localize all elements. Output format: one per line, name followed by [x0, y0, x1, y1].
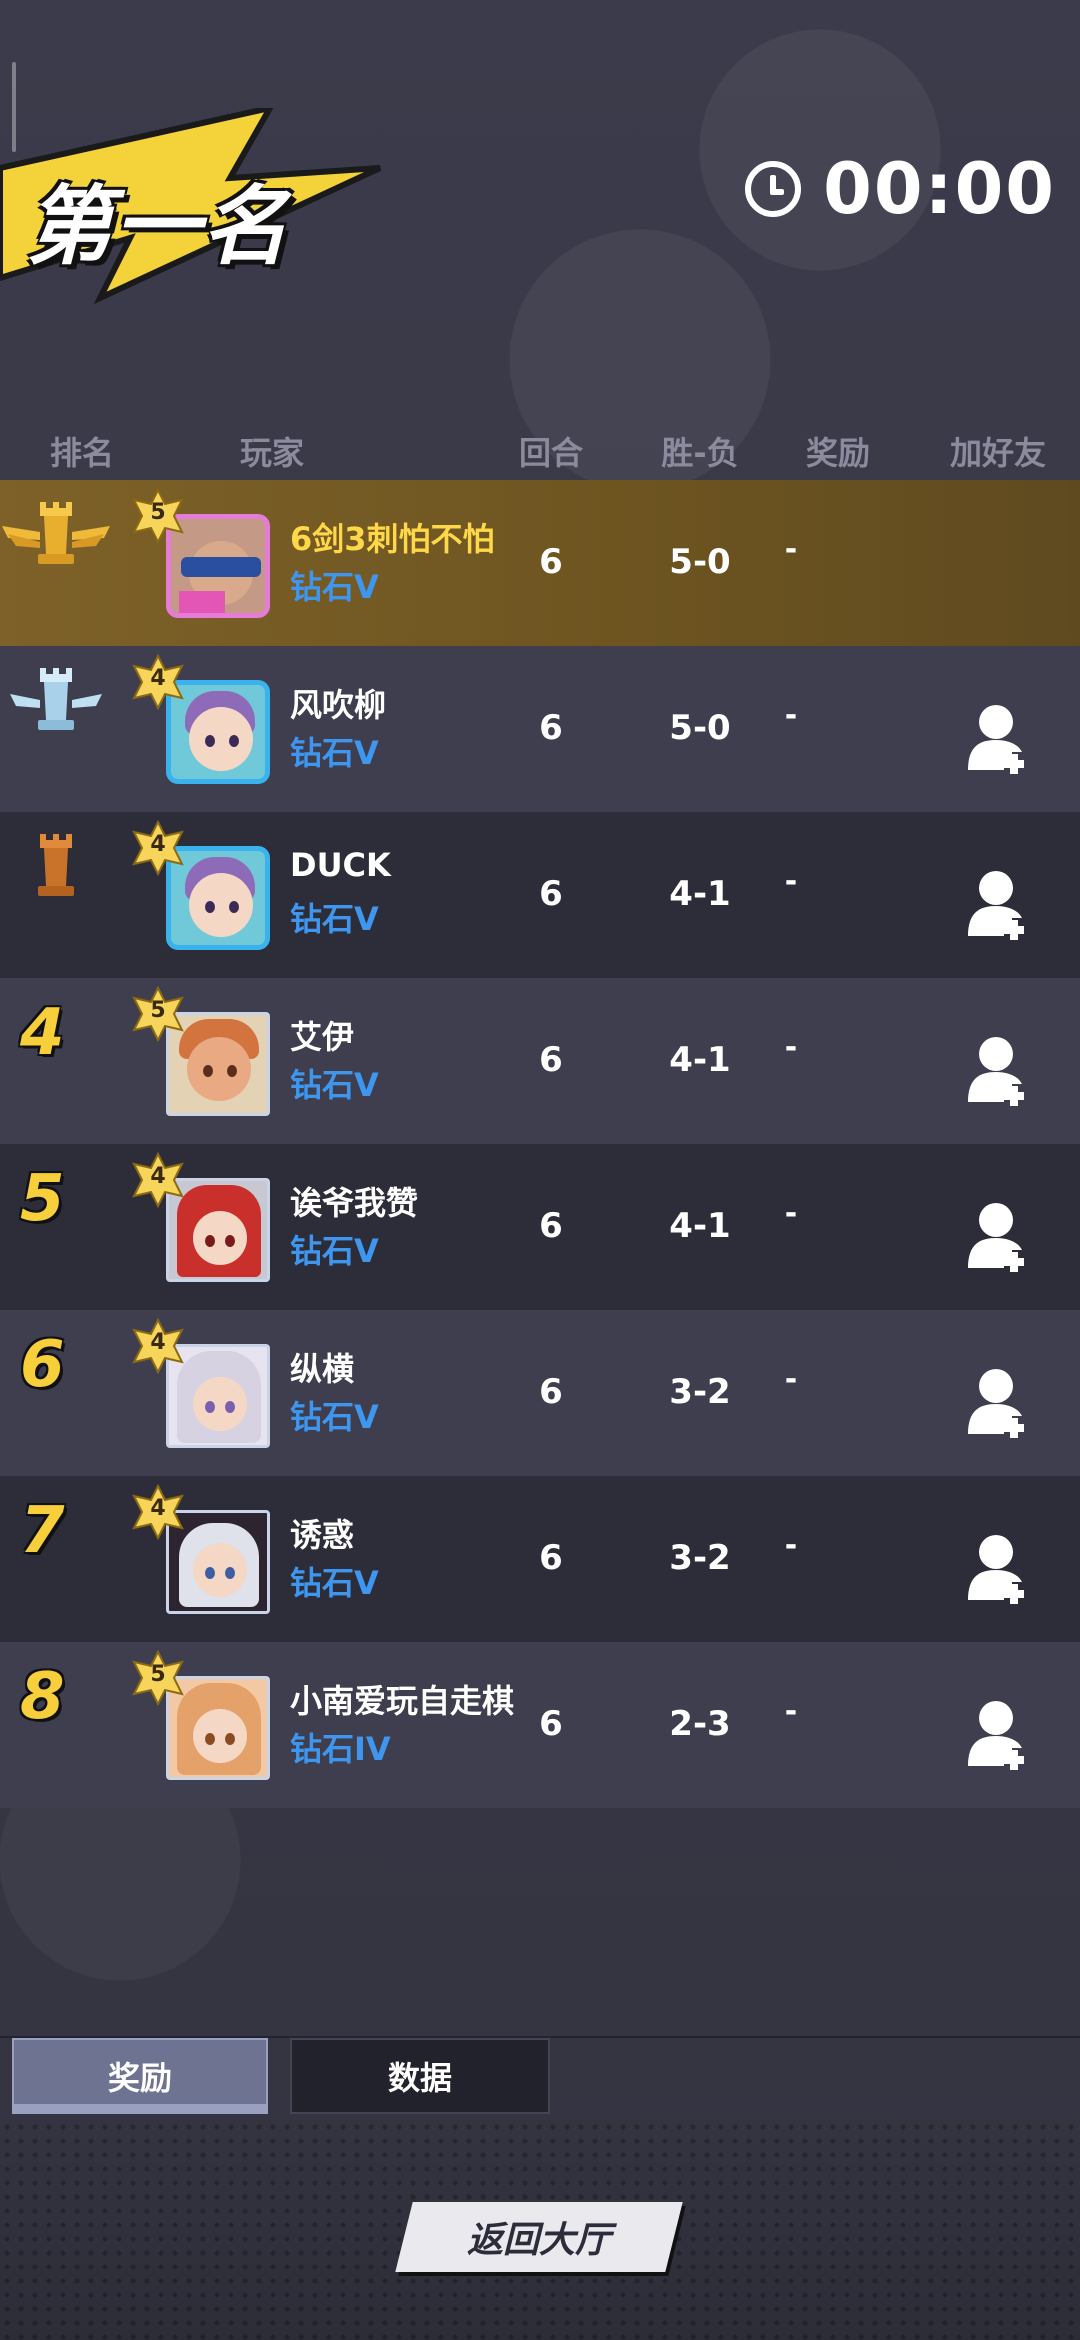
- player-name: 纵横: [290, 1350, 355, 1388]
- tab-rewards-label: 奖励: [107, 2059, 172, 2097]
- col-rounds: 回合: [518, 434, 584, 472]
- reward-value: -: [784, 1030, 798, 1065]
- bronze-rook-trophy-icon: [38, 834, 74, 896]
- col-reward: 奖励: [805, 434, 871, 472]
- match-timer: 00:00: [745, 148, 1056, 230]
- rank-number: 6: [20, 1328, 65, 1402]
- add-friend-icon[interactable]: [968, 1200, 1036, 1272]
- leaderboard: 5 6剑3刺怕不怕 钻石V 6 5-0 - 4 风吹柳 钻石V 6 5-0 - …: [0, 480, 1080, 1808]
- star-level-badge: 5: [130, 1650, 186, 1706]
- table-row[interactable]: 8 5 小南爱玩自走棋 钻石IV 6 2-3 -: [0, 1642, 1080, 1808]
- return-lobby-label: 返回大厅: [466, 2220, 611, 2261]
- clock-icon: [745, 161, 802, 217]
- page-title: 第一名: [26, 177, 290, 277]
- add-friend-icon[interactable]: [968, 1366, 1036, 1438]
- player-avatar[interactable]: 4: [132, 654, 276, 790]
- player-avatar[interactable]: 4: [132, 1152, 276, 1288]
- table-row[interactable]: 4 DUCK 钻石V 6 4-1 -: [0, 812, 1080, 978]
- rounds-value: 6: [539, 1206, 563, 1246]
- player-name: 诱惑: [290, 1516, 355, 1554]
- reward-value: -: [784, 698, 798, 733]
- star-level-badge: 4: [130, 1318, 186, 1374]
- rank-number: 4: [20, 996, 65, 1070]
- player-avatar[interactable]: 5: [132, 1650, 276, 1786]
- player-avatar[interactable]: 5: [132, 488, 276, 624]
- star-level-badge: 4: [130, 820, 186, 876]
- player-tier: 钻石V: [290, 900, 379, 938]
- rounds-value: 6: [539, 542, 563, 582]
- col-rank: 排名: [49, 434, 115, 472]
- star-level-badge: 5: [130, 986, 186, 1042]
- star-level-badge: 4: [130, 654, 186, 710]
- placement-banner: 第一名: [0, 108, 400, 308]
- rounds-value: 6: [539, 708, 563, 748]
- win-loss-value: 3-2: [669, 1372, 731, 1412]
- player-avatar[interactable]: 4: [132, 1318, 276, 1454]
- rank-number: 8: [20, 1660, 65, 1734]
- table-row[interactable]: 7 4 诱惑 钻石V 6 3-2 -: [0, 1476, 1080, 1642]
- player-name: 小南爱玩自走棋: [290, 1682, 515, 1720]
- table-row[interactable]: 5 4 诶爷我赞 钻石V 6 4-1 -: [0, 1144, 1080, 1310]
- player-tier: 钻石V: [290, 734, 379, 772]
- rank-number: 5: [20, 1162, 65, 1236]
- player-tier: 钻石IV: [290, 1730, 391, 1768]
- reward-value: -: [784, 1196, 798, 1231]
- rounds-value: 6: [539, 1538, 563, 1578]
- player-tier: 钻石V: [290, 1232, 379, 1270]
- reward-value: -: [784, 532, 798, 567]
- reward-value: -: [784, 1528, 798, 1563]
- add-friend-icon[interactable]: [968, 1532, 1036, 1604]
- return-lobby-button[interactable]: 返回大厅: [395, 2202, 683, 2272]
- player-tier: 钻石V: [290, 1398, 379, 1436]
- star-level-badge: 4: [130, 1152, 186, 1208]
- rounds-value: 6: [539, 1704, 563, 1744]
- player-tier: 钻石V: [290, 1564, 379, 1602]
- rounds-value: 6: [539, 1372, 563, 1412]
- player-avatar[interactable]: 4: [132, 820, 276, 956]
- player-avatar[interactable]: 4: [132, 1484, 276, 1620]
- win-loss-value: 5-0: [669, 708, 731, 748]
- win-loss-value: 3-2: [669, 1538, 731, 1578]
- player-name: 艾伊: [290, 1018, 355, 1056]
- player-name: 风吹柳: [290, 686, 387, 724]
- star-level-badge: 5: [130, 488, 186, 544]
- gold-rook-trophy-icon: [2, 502, 110, 564]
- table-row[interactable]: 4 5 艾伊 钻石V 6 4-1 -: [0, 978, 1080, 1144]
- win-loss-value: 5-0: [669, 542, 731, 582]
- rounds-value: 6: [539, 874, 563, 914]
- win-loss-value: 4-1: [669, 1040, 731, 1080]
- table-header: 排名 玩家 回合 胜-负 奖励 加好友: [0, 428, 1080, 478]
- table-row[interactable]: 6 4 纵横 钻石V 6 3-2 -: [0, 1310, 1080, 1476]
- rounds-value: 6: [539, 1040, 563, 1080]
- add-friend-icon[interactable]: [968, 868, 1036, 940]
- col-win-loss: 胜-负: [661, 434, 739, 472]
- player-name: 诶爷我赞: [290, 1184, 419, 1222]
- col-add-friend: 加好友: [949, 434, 1047, 472]
- reward-value: -: [784, 1362, 798, 1397]
- win-loss-value: 4-1: [669, 1206, 731, 1246]
- col-player: 玩家: [239, 434, 305, 472]
- player-tier: 钻石V: [290, 1066, 379, 1104]
- tab-data-label: 数据: [387, 2059, 452, 2097]
- reward-value: -: [784, 864, 798, 899]
- reward-value: -: [784, 1694, 798, 1729]
- win-loss-value: 2-3: [669, 1704, 731, 1744]
- timer-value: 00:00: [823, 148, 1056, 230]
- rank-number: 7: [20, 1494, 65, 1568]
- add-friend-icon[interactable]: [968, 1034, 1036, 1106]
- player-name: DUCK: [290, 846, 391, 884]
- player-tier: 钻石V: [290, 568, 379, 606]
- win-loss-value: 4-1: [669, 874, 731, 914]
- player-avatar[interactable]: 5: [132, 986, 276, 1122]
- star-level-badge: 4: [130, 1484, 186, 1540]
- add-friend-icon[interactable]: [968, 702, 1036, 774]
- table-row[interactable]: 4 风吹柳 钻石V 6 5-0 -: [0, 646, 1080, 812]
- silver-rook-trophy-icon: [10, 668, 102, 730]
- player-name: 6剑3刺怕不怕: [290, 520, 495, 558]
- add-friend-icon[interactable]: [968, 1698, 1036, 1770]
- table-row[interactable]: 5 6剑3刺怕不怕 钻石V 6 5-0 -: [0, 480, 1080, 646]
- tab-rewards[interactable]: 奖励: [12, 2038, 268, 2114]
- tab-data[interactable]: 数据: [290, 2038, 550, 2114]
